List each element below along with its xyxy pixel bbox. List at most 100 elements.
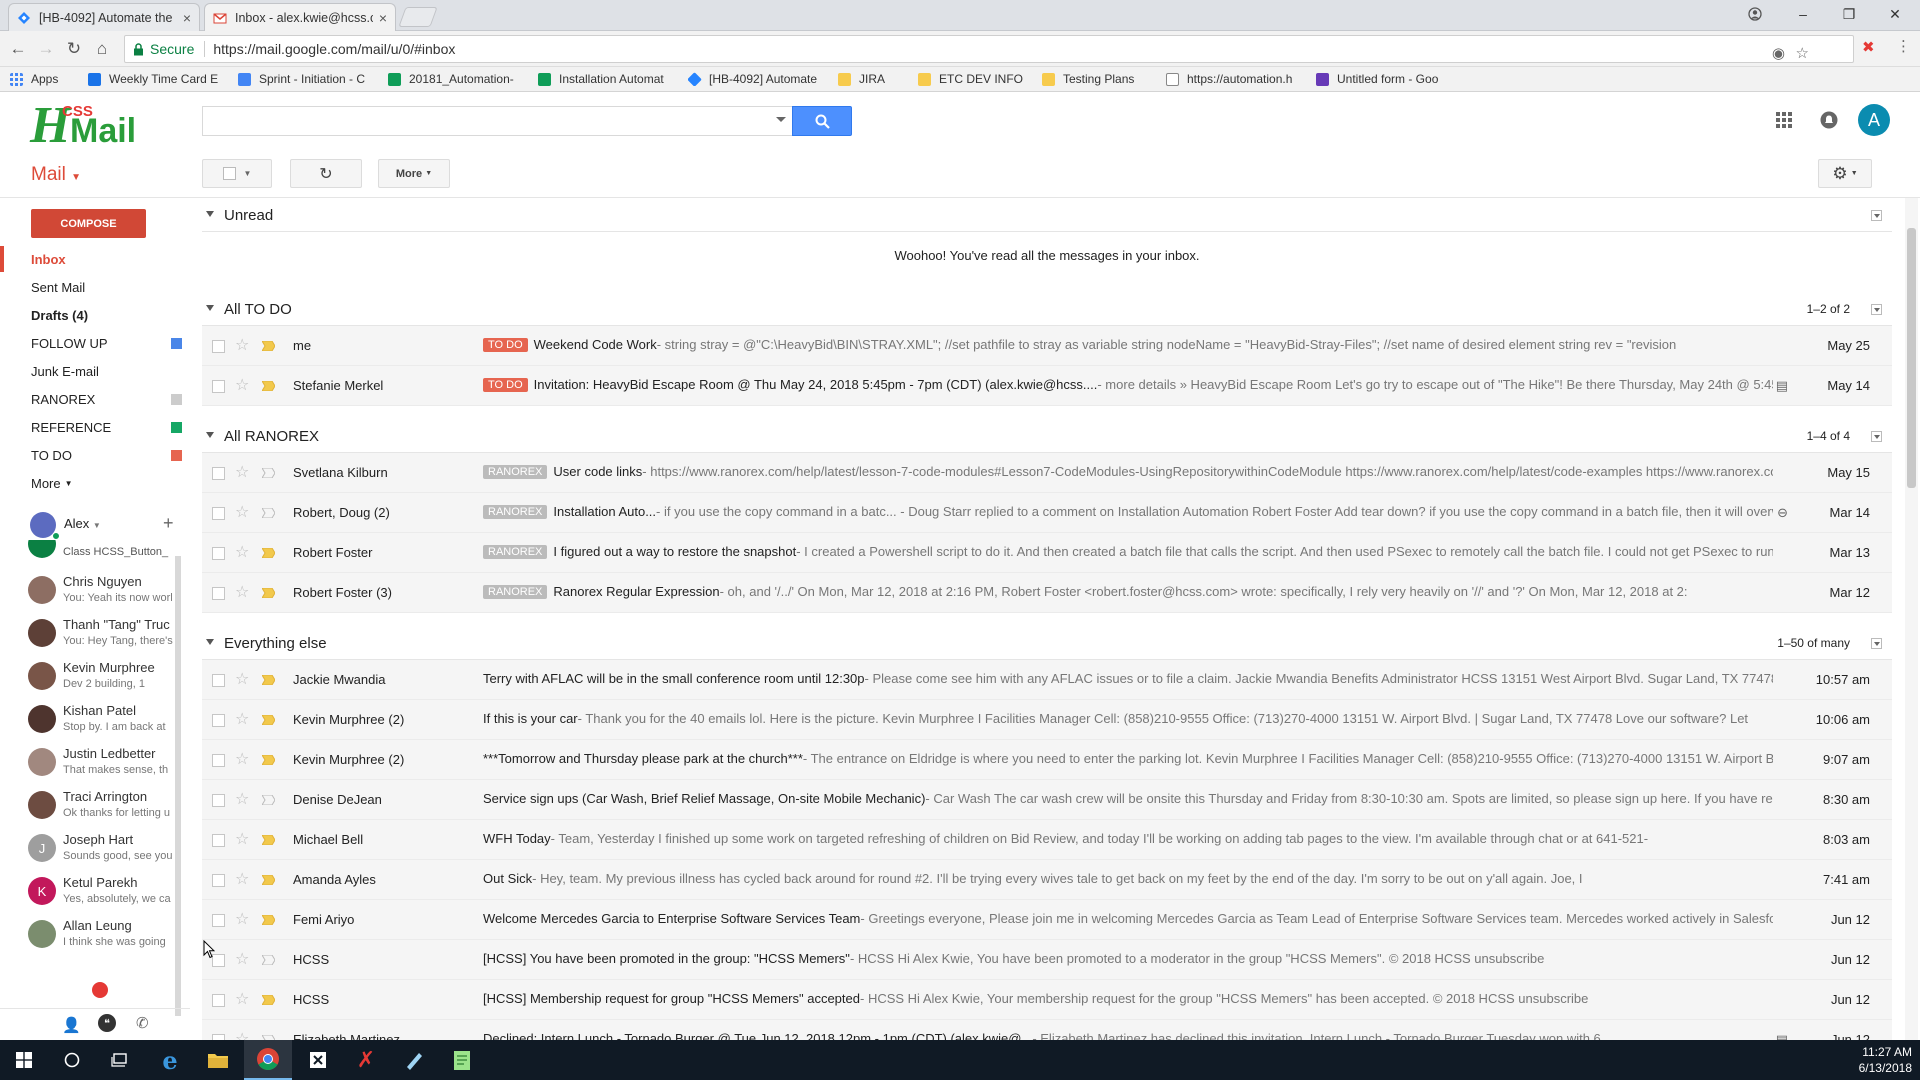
- importance-marker-icon[interactable]: [262, 381, 275, 391]
- importance-marker-icon[interactable]: [262, 995, 275, 1005]
- hangouts-user-name[interactable]: Alex ▼: [64, 516, 101, 531]
- close-window-button[interactable]: ✕: [1872, 0, 1918, 28]
- email-row[interactable]: ☆ Jackie Mwandia Terry with AFLAC will be …: [202, 660, 1892, 700]
- sticky-app-icon[interactable]: [294, 1040, 342, 1080]
- section-options-icon[interactable]: [1871, 431, 1882, 442]
- chrome-taskbar-icon[interactable]: [244, 1040, 292, 1080]
- email-row[interactable]: ☆ HCSS [HCSS] You have been promoted in th…: [202, 940, 1892, 980]
- row-checkbox[interactable]: [212, 874, 225, 887]
- bookmark-timecard[interactable]: Weekly Time Card E: [88, 72, 224, 86]
- calendar-icon[interactable]: ▤: [1776, 378, 1788, 394]
- hangouts-chat-icon[interactable]: ❝: [98, 1014, 116, 1032]
- profile-icon[interactable]: [1732, 0, 1778, 28]
- row-checkbox[interactable]: [212, 587, 225, 600]
- new-conversation-plus-icon[interactable]: +: [163, 513, 174, 534]
- collapse-triangle-icon[interactable]: [206, 305, 214, 311]
- close-tab-icon[interactable]: ×: [183, 10, 191, 26]
- email-row[interactable]: ☆ Femi Ariyo Welcome Mercedes Garcia to En…: [202, 900, 1892, 940]
- label-badge[interactable]: RANOREX: [483, 584, 548, 599]
- collapse-triangle-icon[interactable]: [206, 211, 214, 217]
- home-icon[interactable]: ⌂: [90, 37, 114, 61]
- contact-item[interactable]: Traci Arrington Ok thanks for letting u: [26, 787, 176, 830]
- label-badge[interactable]: TO DO: [483, 337, 528, 352]
- bookmark-sprint[interactable]: Sprint - Initiation - C: [238, 72, 374, 86]
- bookmark-installation[interactable]: Installation Automat: [538, 72, 674, 86]
- star-icon[interactable]: ☆: [235, 582, 249, 602]
- email-row[interactable]: ☆ Svetlana Kilburn RANOREX User code links …: [202, 453, 1892, 493]
- importance-marker-icon[interactable]: [262, 675, 275, 685]
- email-row[interactable]: ☆ Robert Foster (3) RANOREX Ranorex Regular…: [202, 573, 1892, 613]
- section-options-icon[interactable]: [1871, 638, 1882, 649]
- sidebar-item-inbox[interactable]: Inbox: [0, 246, 190, 272]
- search-options-icon[interactable]: [776, 117, 786, 122]
- row-checkbox[interactable]: [212, 914, 225, 927]
- sidebar-item-drafts[interactable]: Drafts (4): [0, 302, 190, 328]
- email-row[interactable]: ☆ Kevin Murphree (2) If this is your car -…: [202, 700, 1892, 740]
- collapse-triangle-icon[interactable]: [206, 432, 214, 438]
- sidebar-item-junk[interactable]: Junk E-mail: [0, 358, 190, 384]
- bookmark-jira-folder[interactable]: JIRA: [838, 72, 904, 86]
- close-tab-icon[interactable]: ×: [379, 10, 387, 26]
- email-row[interactable]: ☆ Robert Foster RANOREX I figured out a way…: [202, 533, 1892, 573]
- row-checkbox[interactable]: [212, 714, 225, 727]
- importance-marker-icon[interactable]: [262, 715, 275, 725]
- email-row[interactable]: ☆ Michael Bell WFH Today - Team, Yesterday…: [202, 820, 1892, 860]
- bookmark-etc-folder[interactable]: ETC DEV INFO: [918, 72, 1028, 86]
- star-icon[interactable]: ☆: [235, 462, 249, 482]
- notifications-bell-icon[interactable]: [1820, 111, 1838, 129]
- importance-marker-icon[interactable]: [262, 341, 275, 351]
- email-row[interactable]: ☆ Kevin Murphree (2) ***Tomorrow and Thurs…: [202, 740, 1892, 780]
- contact-item[interactable]: K Ketul Parekh Yes, absolutely, we ca: [26, 873, 176, 916]
- taskbar-clock[interactable]: 11:27 AM 6/13/2018: [1859, 1044, 1912, 1076]
- cortana-search-icon[interactable]: [48, 1040, 96, 1080]
- contact-item[interactable]: J Joseph Hart Sounds good, see you: [26, 830, 176, 873]
- contact-item[interactable]: Kevin Murphree Dev 2 building, 1: [26, 658, 176, 701]
- row-checkbox[interactable]: [212, 547, 225, 560]
- label-badge[interactable]: RANOREX: [483, 464, 548, 479]
- section-options-icon[interactable]: [1871, 304, 1882, 315]
- importance-marker-icon[interactable]: [262, 955, 275, 965]
- sidebar-item-more[interactable]: More ▼: [0, 470, 190, 496]
- importance-marker-icon[interactable]: [262, 508, 275, 518]
- forward-icon[interactable]: →: [34, 37, 58, 61]
- importance-marker-icon[interactable]: [262, 875, 275, 885]
- bookmark-star-icon[interactable]: ☆: [1796, 44, 1809, 62]
- address-bar[interactable]: Secure https://mail.google.com/mail/u/0/…: [124, 35, 1854, 63]
- view-icon[interactable]: ◉: [1772, 44, 1785, 62]
- reload-icon[interactable]: ↻: [62, 37, 86, 61]
- row-checkbox[interactable]: [212, 794, 225, 807]
- bookmark-testing-folder[interactable]: Testing Plans: [1042, 72, 1152, 86]
- scrollbar-thumb[interactable]: [1907, 228, 1916, 488]
- importance-marker-icon[interactable]: [262, 835, 275, 845]
- bookmark-automation-url[interactable]: https://automation.h: [1166, 72, 1302, 86]
- row-checkbox[interactable]: [212, 834, 225, 847]
- label-badge[interactable]: RANOREX: [483, 544, 548, 559]
- calendar-icon[interactable]: ▤: [1776, 1032, 1788, 1040]
- edge-browser-icon[interactable]: e: [146, 1040, 194, 1080]
- row-checkbox[interactable]: [212, 507, 225, 520]
- status-dot-icon[interactable]: [92, 982, 108, 998]
- secure-indicator[interactable]: Secure: [133, 41, 194, 57]
- star-icon[interactable]: ☆: [235, 749, 249, 769]
- settings-button[interactable]: ⚙ ▼: [1818, 159, 1872, 188]
- mail-menu[interactable]: Mail ▼: [31, 164, 81, 186]
- bookmark-apps[interactable]: Apps: [10, 72, 74, 86]
- extension-icon[interactable]: ✖: [1862, 38, 1875, 56]
- importance-marker-icon[interactable]: [262, 915, 275, 925]
- notepad-app-icon[interactable]: [438, 1040, 486, 1080]
- star-icon[interactable]: ☆: [235, 869, 249, 889]
- importance-marker-icon[interactable]: [262, 548, 275, 558]
- row-checkbox[interactable]: [212, 754, 225, 767]
- row-checkbox[interactable]: [212, 380, 225, 393]
- label-badge[interactable]: RANOREX: [483, 504, 548, 519]
- hcss-mail-logo[interactable]: H CSS Mail: [28, 94, 150, 148]
- star-icon[interactable]: ☆: [235, 909, 249, 929]
- file-explorer-icon[interactable]: [194, 1040, 242, 1080]
- contact-item[interactable]: Allan Leung I think she was going: [26, 916, 176, 959]
- link-icon[interactable]: ⊖: [1777, 505, 1788, 521]
- windows-start-icon[interactable]: [0, 1040, 48, 1080]
- search-input[interactable]: [202, 106, 792, 136]
- bookmark-automation-sheet[interactable]: 20181_Automation-: [388, 72, 524, 86]
- apps-grid-icon[interactable]: [1776, 112, 1792, 128]
- compose-button[interactable]: COMPOSE: [31, 209, 146, 238]
